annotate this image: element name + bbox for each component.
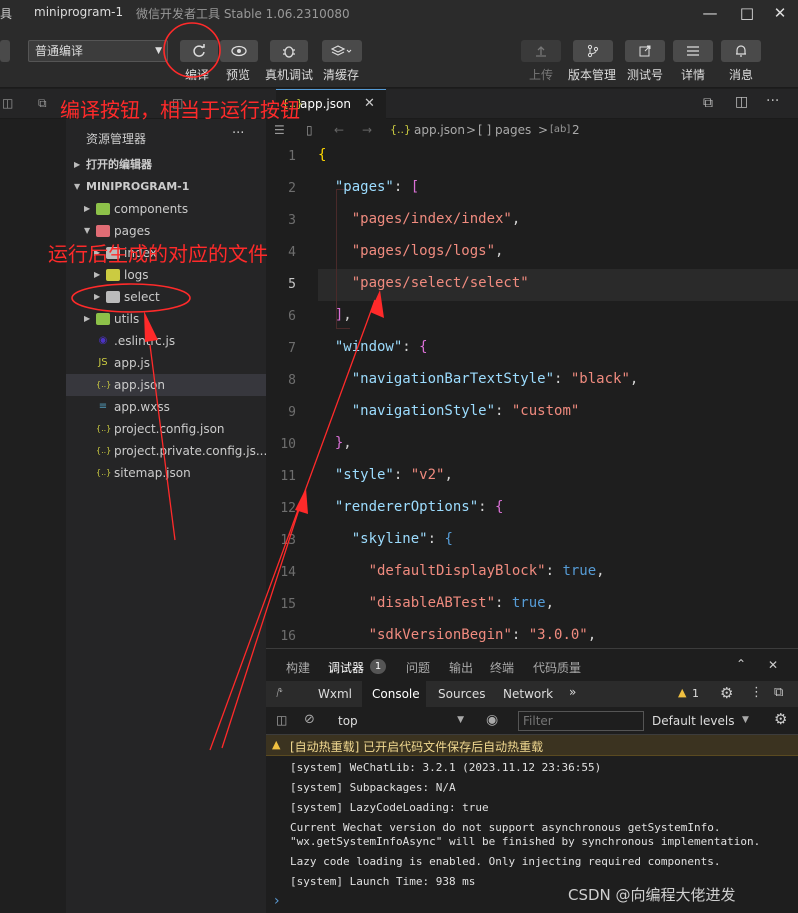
watermark: CSDN @向编程大佬进发 <box>568 886 736 904</box>
arrow-line <box>209 299 376 751</box>
arrow-head <box>144 311 158 342</box>
compile-annotation: 编译按钮，相当于运行按钮 <box>60 98 300 122</box>
select-highlight-circle <box>71 283 191 313</box>
generated-files-annotation: 运行后生成的对应的文件 <box>48 242 268 266</box>
arrow-head <box>370 290 384 318</box>
annotation-overlay <box>71 22 384 751</box>
arrow-head <box>295 488 308 514</box>
compile-highlight-circle <box>163 22 221 78</box>
arrow-line <box>221 499 303 749</box>
arrow-line <box>149 344 176 541</box>
